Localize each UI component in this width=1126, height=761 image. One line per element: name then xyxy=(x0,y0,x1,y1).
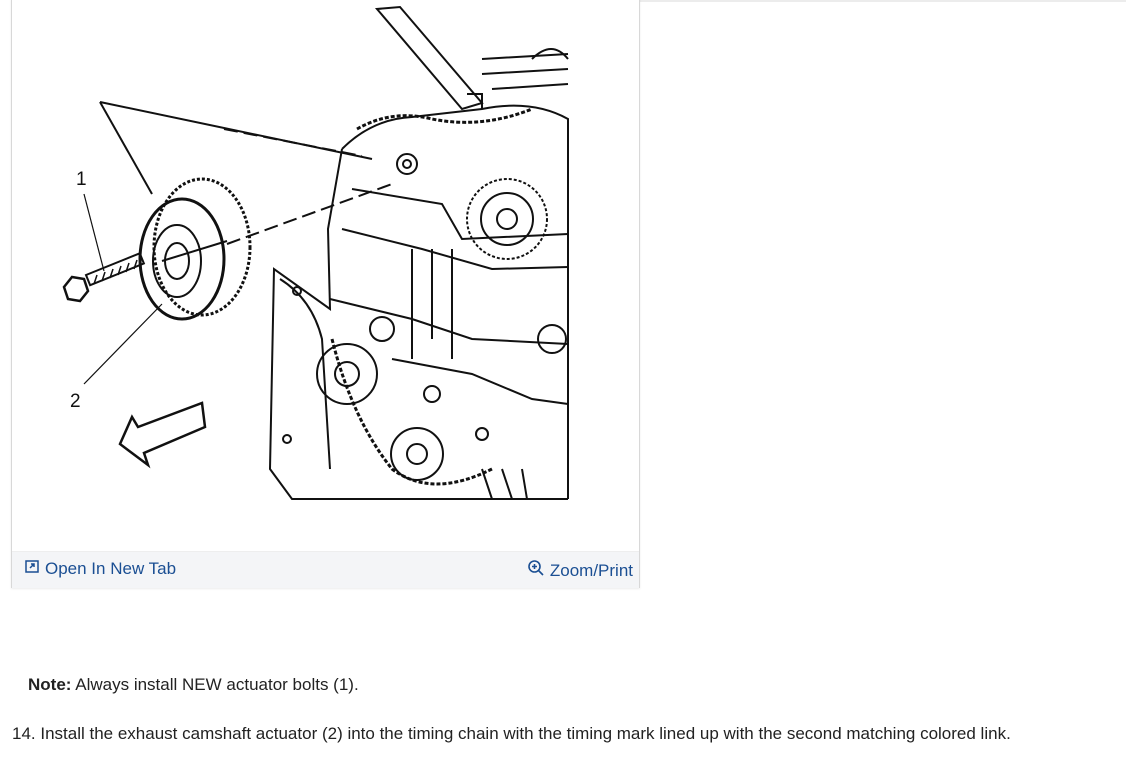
top-divider xyxy=(639,0,1126,2)
engine-block xyxy=(268,5,569,500)
camshaft-actuator xyxy=(138,177,252,321)
callout-1: 1 xyxy=(76,169,87,190)
actuator-bolt xyxy=(62,251,146,303)
note-text: Always install NEW actuator bolts (1). xyxy=(75,675,359,694)
step-14-instruction: 14. Install the exhaust camshaft actuato… xyxy=(12,724,1011,743)
zoom-print-label: Zoom/Print xyxy=(549,560,633,580)
open-new-tab-label: Open In New Tab xyxy=(45,559,177,578)
engine-illustration[interactable]: 1 2 xyxy=(12,0,639,551)
open-new-tab-link[interactable]: Open In New Tab xyxy=(25,559,176,579)
figure-card: 1 2 Open In New Tab Zoom/Print xyxy=(11,0,640,588)
zoom-in-icon xyxy=(527,559,545,582)
arrow-direction-icon xyxy=(118,401,207,469)
note-label: Note: xyxy=(28,675,72,694)
open-new-tab-icon xyxy=(25,559,40,579)
zoom-print-link[interactable]: Zoom/Print xyxy=(527,559,633,582)
leader-line-1 xyxy=(83,193,105,272)
figure-toolbar: Open In New Tab Zoom/Print xyxy=(12,551,639,588)
leader-line xyxy=(99,101,153,195)
callout-2: 2 xyxy=(70,391,81,412)
note-paragraph: Note: Always install NEW actuator bolts … xyxy=(28,675,359,695)
leader-line-2 xyxy=(83,303,163,385)
